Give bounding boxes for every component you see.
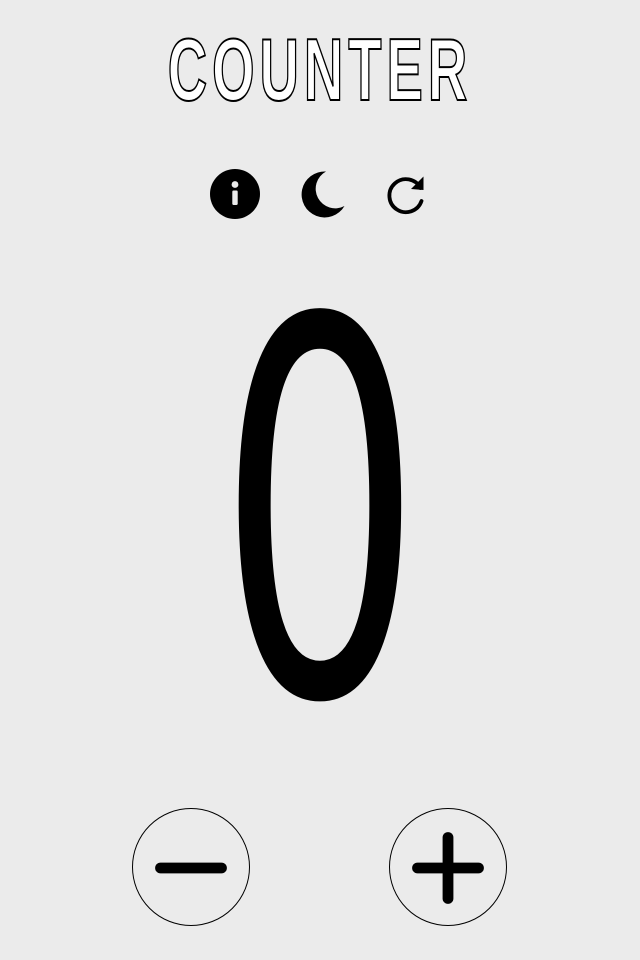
increment-button[interactable] [389, 808, 507, 926]
counter-app: COUNTER 0 [0, 0, 640, 960]
minus-icon [155, 862, 227, 874]
app-title: COUNTER [167, 20, 473, 119]
count-display: 0 [217, 211, 423, 817]
decrement-button[interactable] [132, 808, 250, 926]
plus-icon [412, 832, 484, 904]
